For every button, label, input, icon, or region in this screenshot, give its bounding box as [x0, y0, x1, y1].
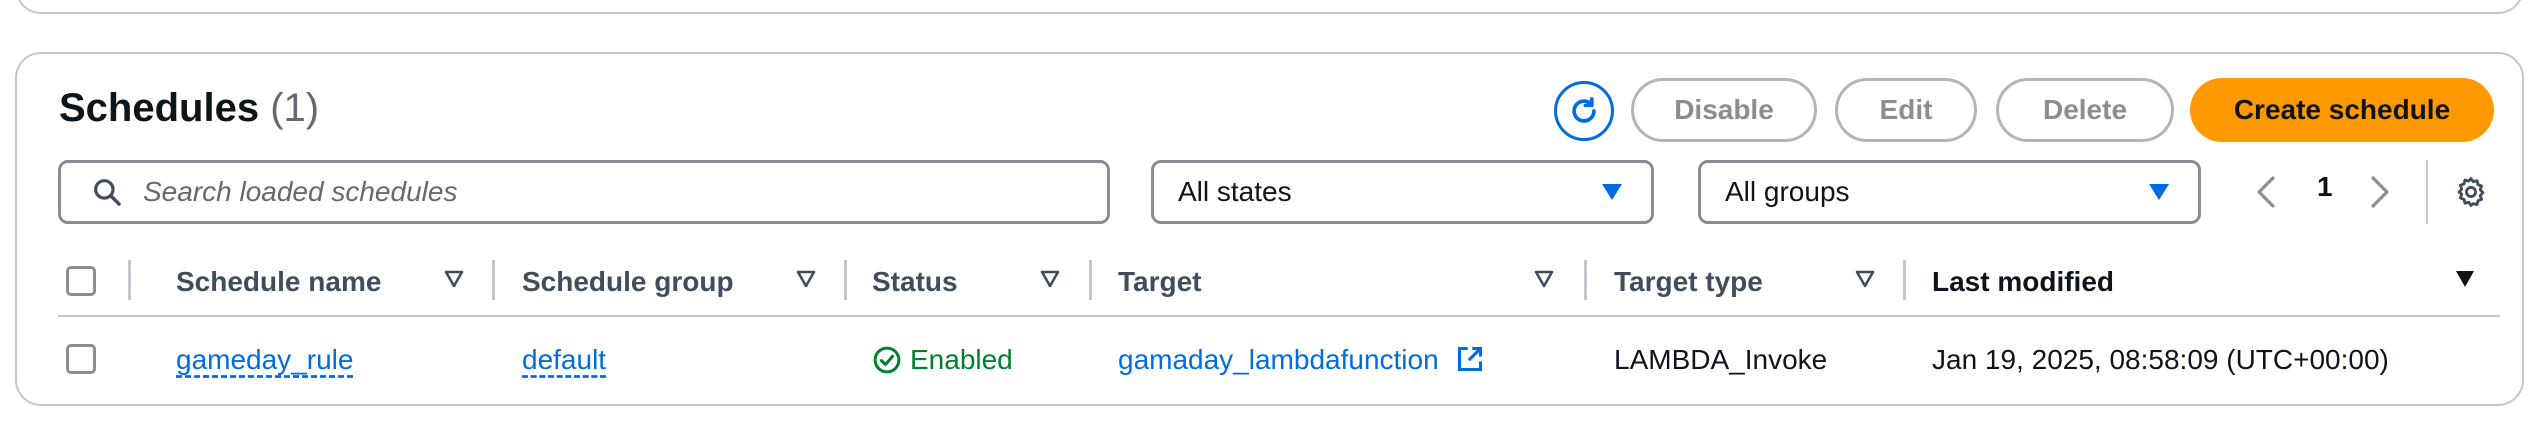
table-row: gameday_rule default Enabled gamaday_lam…: [58, 317, 2500, 407]
column-divider: [1089, 260, 1092, 300]
sort-descending-icon[interactable]: [2455, 270, 2475, 288]
target-type-text: LAMBDA_Invoke: [1614, 344, 1828, 375]
sort-down-icon[interactable]: [796, 270, 816, 288]
sort-down-icon[interactable]: [1040, 270, 1060, 288]
column-divider: [128, 260, 131, 300]
sort-down-icon[interactable]: [1534, 270, 1554, 288]
column-header-target[interactable]: Target: [1118, 266, 1202, 298]
search-input[interactable]: Search loaded schedules: [58, 160, 1110, 224]
row-select-checkbox[interactable]: [66, 344, 96, 374]
create-schedule-button[interactable]: Create schedule: [2190, 78, 2494, 142]
column-header-status[interactable]: Status: [872, 266, 958, 298]
external-link-icon: [1458, 346, 1483, 372]
page-title: Schedules (1): [59, 86, 319, 131]
states-filter-select[interactable]: All states: [1151, 160, 1654, 224]
title-text: Schedules: [59, 86, 260, 130]
target-link[interactable]: gamaday_lambdafunction: [1118, 344, 1484, 376]
groups-selected-value: All groups: [1725, 176, 1850, 207]
status-badge: Enabled: [872, 344, 1013, 376]
select-all-checkbox[interactable]: [66, 266, 96, 296]
schedule-group-link[interactable]: default: [522, 344, 606, 376]
disable-button[interactable]: Disable: [1631, 78, 1817, 142]
status-text: Enabled: [910, 344, 1013, 375]
column-header-last-modified[interactable]: Last modified: [1932, 266, 2114, 298]
schedule-name-link[interactable]: gameday_rule: [176, 344, 353, 376]
states-selected-value: All states: [1178, 176, 1292, 207]
caret-down-icon: [1602, 184, 1622, 200]
column-divider: [1903, 260, 1906, 300]
last-modified-text: Jan 19, 2025, 08:58:09 (UTC+00:00): [1932, 344, 2389, 375]
column-divider: [844, 260, 847, 300]
refresh-button[interactable]: [1554, 81, 1614, 141]
column-header-target-type[interactable]: Target type: [1614, 266, 1763, 298]
previous-section-card: [15, 0, 2524, 14]
sort-down-icon[interactable]: [444, 270, 464, 288]
schedule-count: (1): [270, 86, 320, 130]
caret-down-icon: [2149, 184, 2169, 200]
check-circle-icon: [872, 345, 902, 375]
chevron-left-icon[interactable]: [2253, 174, 2279, 210]
search-icon: [91, 176, 123, 208]
table-header: Schedule name Schedule group Status Targ…: [58, 254, 2500, 316]
current-page-number[interactable]: 1: [2317, 171, 2333, 203]
groups-filter-select[interactable]: All groups: [1698, 160, 2201, 224]
chevron-right-icon[interactable]: [2367, 174, 2393, 210]
column-divider: [1584, 260, 1587, 300]
pager-divider: [2426, 160, 2428, 224]
column-header-schedule-group[interactable]: Schedule group: [522, 266, 734, 298]
schedules-panel: Schedules (1) Disable Edit Delete Create…: [15, 52, 2524, 406]
delete-button[interactable]: Delete: [1996, 78, 2174, 142]
refresh-icon: [1572, 97, 1596, 123]
column-header-schedule-name[interactable]: Schedule name: [176, 266, 381, 298]
target-text: gamaday_lambdafunction: [1118, 344, 1439, 375]
search-placeholder: Search loaded schedules: [143, 176, 458, 207]
gear-icon[interactable]: [2454, 175, 2488, 209]
edit-button[interactable]: Edit: [1835, 78, 1977, 142]
sort-down-icon[interactable]: [1855, 270, 1875, 288]
column-divider: [492, 260, 495, 300]
